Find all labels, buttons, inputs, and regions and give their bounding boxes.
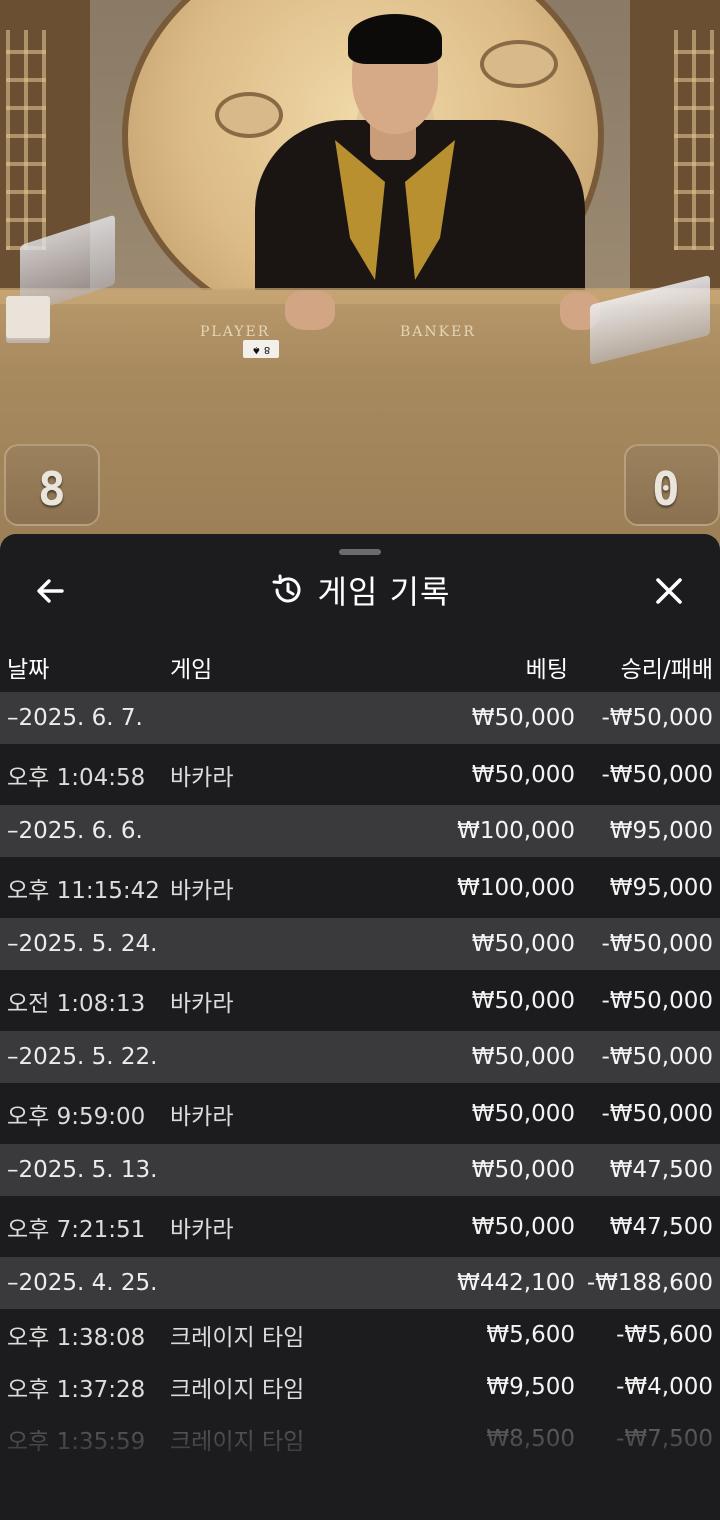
banker-area-label: BANKER (400, 324, 476, 340)
group-win-loss: -₩50,000 (601, 931, 713, 957)
row-time: 오후 1:38:08 (7, 1325, 146, 1351)
row-win-loss: -₩5,600 (616, 1322, 713, 1348)
row-win-loss: -₩4,000 (616, 1374, 713, 1400)
close-button[interactable] (648, 570, 690, 612)
group-win-loss: ₩95,000 (609, 818, 713, 844)
history-icon (272, 574, 300, 603)
row-time: 오전 1:08:13 (7, 990, 146, 1017)
card-stack (6, 296, 50, 338)
history-list: –2025. 6. 7. ₩50,000 -₩50,000 오후 1:04:58… (0, 692, 720, 1465)
close-icon (656, 578, 682, 604)
dealer-hair (348, 14, 442, 64)
row-bet: ₩9,500 (486, 1374, 575, 1400)
group-bet: ₩50,000 (471, 931, 575, 957)
live-video-feed: PLAYER BANKER 8 ♠ 8 0 (0, 0, 720, 560)
group-win-loss: ₩47,500 (609, 1157, 713, 1183)
group-win-loss: -₩188,600 (586, 1270, 713, 1296)
column-header-game: 게임 (170, 657, 213, 683)
date-group-row[interactable]: –2025. 6. 6. ₩100,000 ₩95,000 (0, 805, 720, 857)
row-time: 오후 1:37:28 (7, 1377, 146, 1403)
date-group-row[interactable]: –2025. 5. 22. ₩50,000 -₩50,000 (0, 1031, 720, 1083)
group-bet: ₩50,000 (471, 1157, 575, 1183)
row-game: 크레이지 타임 (170, 1377, 305, 1403)
group-bet: ₩50,000 (471, 705, 575, 731)
lattice-left (6, 30, 46, 250)
group-bet: ₩50,000 (471, 1044, 575, 1070)
row-game: 크레이지 타임 (170, 1325, 305, 1351)
row-time: 오후 7:21:51 (7, 1216, 146, 1243)
history-row[interactable]: 오후 9:59:00 바카라 ₩50,000 -₩50,000 (0, 1083, 720, 1144)
group-date: –2025. 5. 22. (7, 1044, 158, 1070)
row-game: 바카라 (170, 764, 234, 791)
row-win-loss: -₩7,500 (616, 1426, 713, 1452)
history-row[interactable]: 오후 1:38:08 크레이지 타임 ₩5,600 -₩5,600 (0, 1309, 720, 1361)
history-row[interactable]: 오후 1:04:58 바카라 ₩50,000 -₩50,000 (0, 744, 720, 805)
history-row[interactable]: 오전 1:08:13 바카라 ₩50,000 -₩50,000 (0, 970, 720, 1031)
drag-handle[interactable] (339, 549, 381, 555)
row-win-loss: -₩50,000 (601, 1100, 713, 1127)
group-date: –2025. 5. 24. (7, 931, 158, 957)
row-win-loss: -₩50,000 (601, 761, 713, 788)
column-header-win-loss: 승리/패배 (620, 657, 713, 683)
playing-card: 8 ♠ (243, 340, 279, 358)
row-game: 바카라 (170, 1103, 234, 1130)
history-row[interactable]: 오후 7:21:51 바카라 ₩50,000 ₩47,500 (0, 1196, 720, 1257)
lattice-right (674, 30, 714, 250)
banker-score: 0 (652, 462, 680, 516)
row-win-loss: ₩47,500 (609, 1213, 713, 1240)
game-history-sheet: 게임 기록 날짜 게임 베팅 승리/패배 –2025. 6. 7. ₩50,00… (0, 534, 720, 1520)
cloud-decor (215, 92, 283, 138)
group-bet: ₩100,000 (457, 818, 575, 844)
group-win-loss: -₩50,000 (601, 1044, 713, 1070)
row-win-loss: ₩95,000 (609, 874, 713, 901)
group-date: –2025. 6. 6. (7, 818, 143, 844)
row-bet: ₩5,600 (486, 1322, 575, 1348)
row-bet: ₩50,000 (471, 761, 575, 788)
column-header-date: 날짜 (7, 657, 50, 683)
group-bet: ₩442,100 (457, 1270, 575, 1296)
row-bet: ₩100,000 (457, 874, 575, 901)
row-bet: ₩50,000 (471, 1100, 575, 1127)
row-game: 바카라 (170, 990, 234, 1017)
row-time: 오후 1:35:59 (7, 1429, 146, 1455)
history-row[interactable]: 오후 1:35:59 크레이지 타임 ₩8,500 -₩7,500 (0, 1413, 720, 1465)
cloud-decor (480, 40, 558, 88)
row-game: 바카라 (170, 877, 234, 904)
column-header-bet: 베팅 (525, 657, 568, 683)
group-date: –2025. 4. 25. (7, 1270, 158, 1296)
dealer-hand (285, 290, 335, 330)
date-group-row[interactable]: –2025. 5. 13. ₩50,000 ₩47,500 (0, 1144, 720, 1196)
row-game: 크레이지 타임 (170, 1429, 305, 1455)
sheet-header: 게임 기록 (0, 568, 720, 612)
row-time: 오후 1:04:58 (7, 764, 146, 791)
date-group-row[interactable]: –2025. 5. 24. ₩50,000 -₩50,000 (0, 918, 720, 970)
history-row[interactable]: 오후 11:15:42 바카라 ₩100,000 ₩95,000 (0, 857, 720, 918)
player-area-label: PLAYER (200, 324, 271, 340)
group-win-loss: -₩50,000 (601, 705, 713, 731)
row-win-loss: -₩50,000 (601, 987, 713, 1014)
player-score: 8 (38, 462, 66, 516)
row-bet: ₩50,000 (471, 987, 575, 1014)
row-time: 오후 11:15:42 (7, 877, 160, 904)
date-group-row[interactable]: –2025. 4. 25. ₩442,100 -₩188,600 (0, 1257, 720, 1309)
row-time: 오후 9:59:00 (7, 1103, 146, 1130)
page-title: 게임 기록 (317, 573, 451, 611)
row-bet: ₩8,500 (486, 1426, 575, 1452)
date-group-row[interactable]: –2025. 6. 7. ₩50,000 -₩50,000 (0, 692, 720, 744)
row-game: 바카라 (170, 1216, 234, 1243)
group-date: –2025. 6. 7. (7, 705, 143, 731)
row-bet: ₩50,000 (471, 1213, 575, 1240)
group-date: –2025. 5. 13. (7, 1157, 158, 1183)
history-row[interactable]: 오후 1:37:28 크레이지 타임 ₩9,500 -₩4,000 (0, 1361, 720, 1413)
